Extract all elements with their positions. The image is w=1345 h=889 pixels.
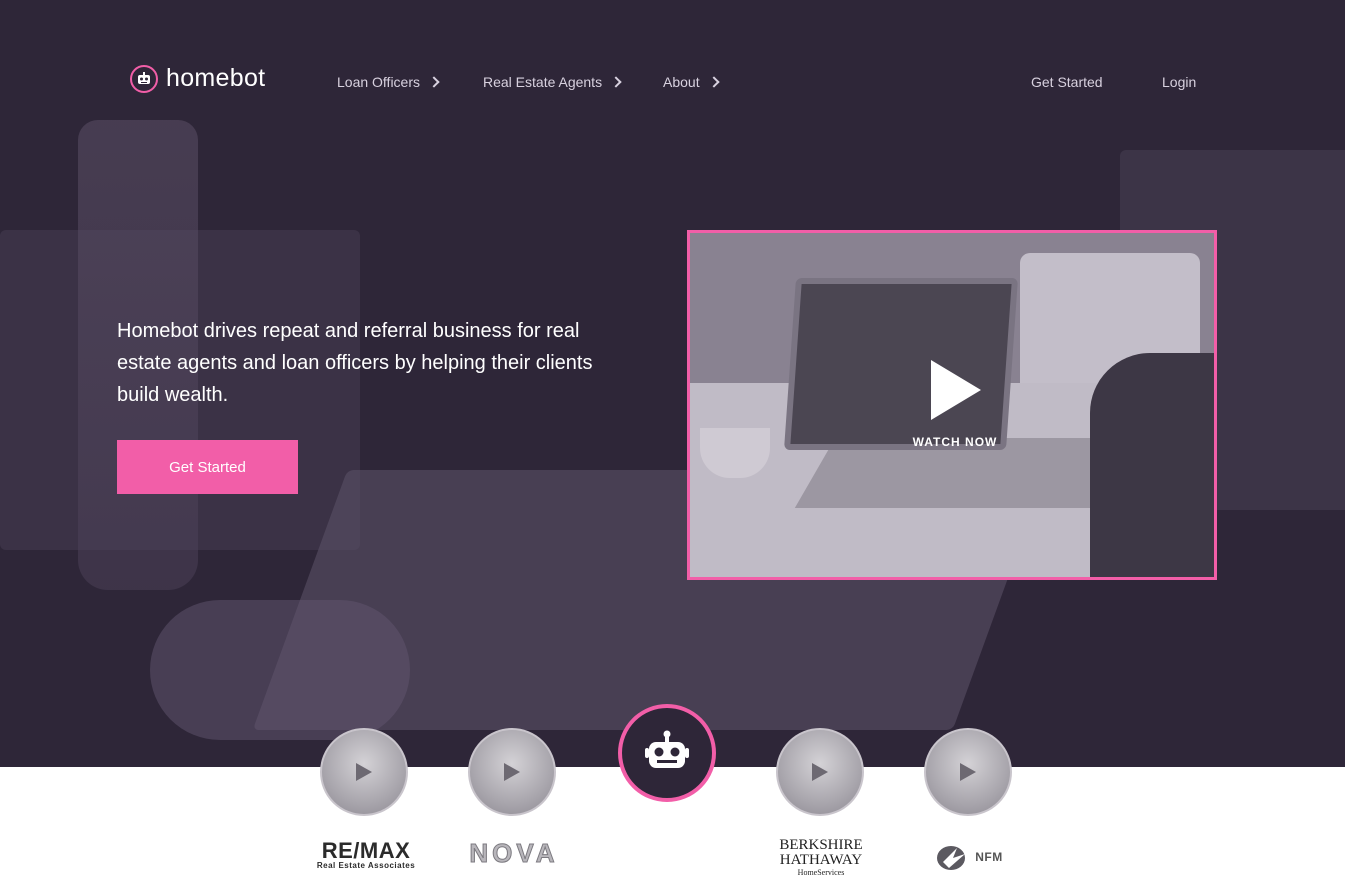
logo-text: homebot <box>166 64 266 92</box>
testimonial-avatar-3[interactable] <box>776 728 864 816</box>
nav-label: Loan Officers <box>337 74 421 90</box>
background-hand <box>150 600 410 740</box>
nav-login[interactable]: Login <box>1162 74 1196 90</box>
homebot-robot-badge[interactable] <box>618 704 716 802</box>
hero-section: homebot Loan Officers Real Estate Agents… <box>0 0 1345 767</box>
nav-loan-officers[interactable]: Loan Officers <box>337 74 440 90</box>
play-icon <box>960 763 976 781</box>
nova-logo: NOVA <box>469 838 559 869</box>
nav-about[interactable]: About <box>663 74 720 90</box>
robot-icon <box>130 64 158 93</box>
remax-logo: RE/MAX Real Estate Associates <box>316 838 416 870</box>
nav-get-started[interactable]: Get Started <box>1031 74 1103 90</box>
bhhs-line1: BERKSHIRE <box>779 837 863 853</box>
berkshire-hathaway-logo: BERKSHIRE HATHAWAY HomeServices <box>770 838 872 878</box>
nav-real-estate-agents[interactable]: Real Estate Agents <box>483 74 622 90</box>
nav-label: About <box>663 74 700 90</box>
homebot-logo[interactable]: homebot <box>130 64 265 93</box>
nav-label: Real Estate Agents <box>483 74 603 90</box>
chevron-right-icon <box>428 76 440 88</box>
chevron-right-icon <box>707 76 720 88</box>
nfm-name: NFM <box>975 850 1003 864</box>
chevron-right-icon <box>610 76 622 88</box>
bhhs-line2: HATHAWAY <box>779 852 863 868</box>
get-started-button[interactable]: Get Started <box>117 440 298 494</box>
play-icon <box>504 763 520 781</box>
testimonial-avatar-2[interactable] <box>468 728 556 816</box>
robot-icon <box>645 730 689 768</box>
nfm-logo: NFM <box>924 842 1014 872</box>
nfm-swoosh-icon <box>937 846 966 870</box>
top-nav: homebot Loan Officers Real Estate Agents… <box>0 0 1345 160</box>
play-icon <box>931 360 981 420</box>
video-play-control[interactable]: WATCH NOW <box>890 358 1020 449</box>
play-icon <box>356 763 372 781</box>
bhhs-sub: HomeServices <box>797 868 845 877</box>
play-icon <box>812 763 828 781</box>
remax-sub: Real Estate Associates <box>316 861 416 870</box>
testimonial-avatar-4[interactable] <box>924 728 1012 816</box>
testimonial-avatar-1[interactable] <box>320 728 408 816</box>
watch-now-label: WATCH NOW <box>912 435 998 449</box>
video-thumbnail[interactable]: WATCH NOW <box>687 230 1217 580</box>
hero-headline: Homebot drives repeat and referral busin… <box>117 320 593 406</box>
